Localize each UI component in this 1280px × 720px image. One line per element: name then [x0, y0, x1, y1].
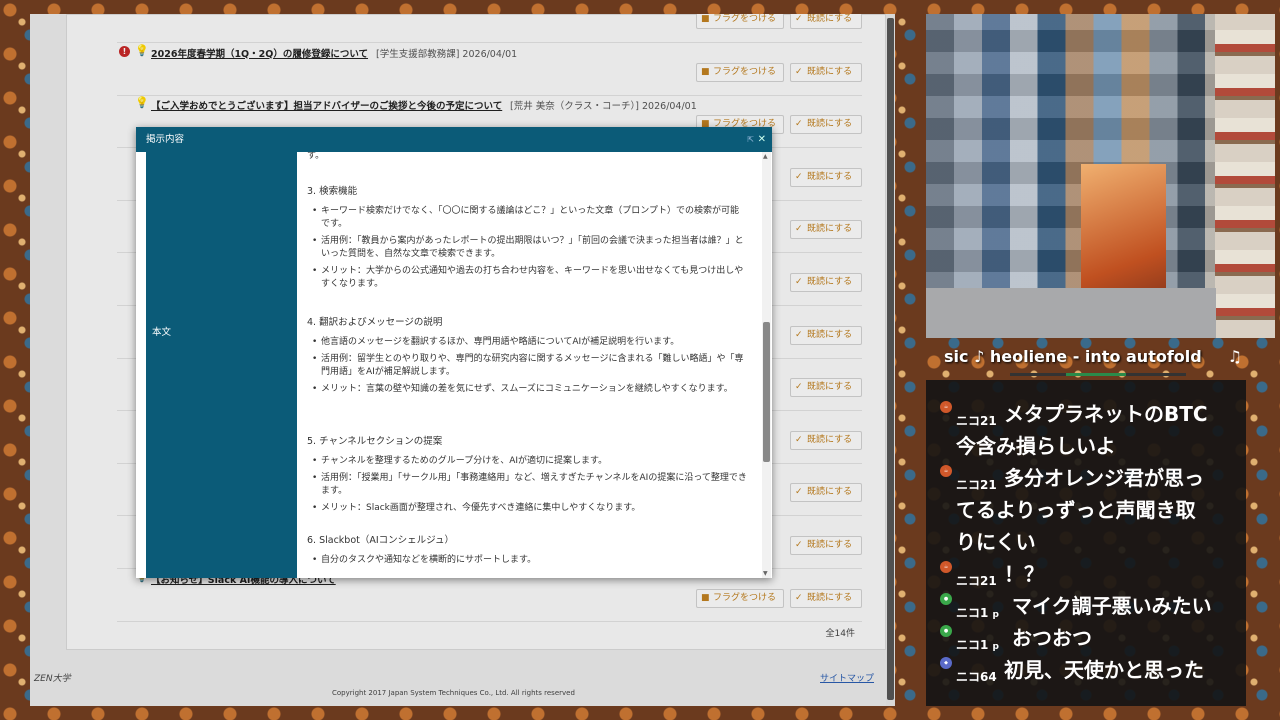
section-list-item: 他言語のメッセージを翻訳するほか、専門用語や略語についてAIが補足説明を行います… — [307, 336, 747, 349]
desk — [926, 288, 1216, 338]
section-list-item: キーワード検索だけでなく、「〇〇に関する議論はどこ？」といった文章（プロンプト）… — [307, 205, 747, 231]
user-badge-icon: ☕ — [940, 561, 952, 573]
modal-scrollbar[interactable]: ▲ ▼ — [762, 152, 771, 578]
section-heading: 5. チャンネルセクションの提案 — [307, 436, 443, 447]
now-playing-bar-fill — [1066, 373, 1126, 376]
feature-section: 3. 検索機能キーワード検索だけでなく、「〇〇に関する議論はどこ？」といった文章… — [307, 185, 747, 295]
chat-text: てるよりっずっと声聞き取 — [956, 498, 1196, 522]
close-icon[interactable]: ✕ — [758, 127, 766, 152]
chat-username-text: ニコ1 — [956, 606, 989, 620]
feature-section: 4. 翻訳およびメッセージの説明他言語のメッセージを翻訳するほか、専門用語や略語… — [307, 316, 747, 400]
section-list-item: 活用例：「教員から案内があったレポートの提出期限はいつ？」「前回の会議で決まった… — [307, 235, 747, 261]
section-list: チャンネルを整理するためのグループ分けを、AIが適切に提案します。活用例：「授業… — [307, 455, 747, 515]
music-note-icon: ♫ — [1227, 347, 1242, 366]
now-playing: sic ♪ heoliene - into autofold ♫ — [926, 345, 1246, 376]
notice-detail-modal: 掲示内容 ⇱ ✕ 本文 す。 3. 検索機能キーワード検索だけでなく、「〇〇に関… — [136, 127, 772, 578]
section-list-item: チャンネルを整理するためのグループ分けを、AIが適切に提案します。 — [307, 455, 747, 468]
chat-username: ニコ1 p — [956, 636, 999, 653]
chat-username: ニコ64 — [956, 668, 997, 685]
chat-username-text: ニコ21 — [956, 478, 997, 492]
body-fragment: す。 — [307, 152, 325, 161]
chat-username-text: ニコ1 — [956, 638, 989, 652]
user-badge-icon: ☕ — [940, 465, 952, 477]
modal-body-content: す。 3. 検索機能キーワード検索だけでなく、「〇〇に関する議論はどこ？」といっ… — [297, 152, 761, 578]
now-playing-bar — [1010, 373, 1186, 376]
user-badge-icon: ◆ — [940, 657, 952, 669]
chat-panel: ☕ ニコ21 メタプラネットのBTC 今含み損らしいよ ☕ ニコ21 多分オレンジ君が思… — [926, 380, 1246, 706]
chat-text: りにくい — [956, 530, 1036, 554]
resize-icon[interactable]: ⇱ — [747, 127, 754, 152]
chat-username-text: ニコ64 — [956, 670, 997, 684]
chat-username-suffix: p — [992, 642, 999, 652]
section-list: キーワード検索だけでなく、「〇〇に関する議論はどこ？」といった文章（プロンプト）… — [307, 205, 747, 291]
modal-title: 掲示内容 — [146, 134, 185, 145]
section-heading: 3. 検索機能 — [307, 186, 358, 197]
section-list-item: 活用例：「授業用」「サークル用」「事務連絡用」など、増えすぎたチャンネルをAIの… — [307, 472, 747, 498]
body-label-cell: 本文 — [146, 152, 297, 578]
chat-text: 多分オレンジ君が思っ — [1004, 466, 1204, 490]
body-label: 本文 — [152, 327, 172, 338]
section-list-item: 活用例：留学生とのやり取りや、専門的な研究内容に関するメッセージに含まれる「難し… — [307, 353, 747, 379]
chat-username: ニコ21 — [956, 412, 997, 429]
feature-section: 6. Slackbot（AIコンシェルジュ） 自分のタスクや通知などを横断的にサポ… — [307, 534, 747, 571]
chat-username: ニコ21 — [956, 572, 997, 589]
chat-username-text: ニコ21 — [956, 414, 997, 428]
section-list-item: 自分のタスクや通知などを横断的にサポートします。 — [307, 554, 747, 567]
chat-text: 今含み損らしいよ — [956, 434, 1116, 458]
chat-username: ニコ1 p — [956, 604, 999, 621]
section-heading: 6. Slackbot（AIコンシェルジュ） — [307, 535, 455, 546]
chat-username-suffix: p — [992, 610, 999, 620]
section-list-item: メリット：Slack画面が整理され、今優先すべき連絡に集中しやすくなります。 — [307, 502, 747, 515]
section-list-item: メリット：大学からの公式通知や過去の打ち合わせ内容を、キーワードを思い出せなくて… — [307, 265, 747, 291]
section-list-item: メリット：言葉の壁や知識の差を気にせず、スムーズにコミュニケーションを継続しやす… — [307, 383, 747, 396]
modal-header: 掲示内容 ⇱ ✕ — [136, 127, 772, 152]
user-badge-icon: ● — [940, 593, 952, 605]
section-list: 他言語のメッセージを翻訳するほか、専門用語や略語についてAIが補足説明を行います… — [307, 336, 747, 396]
chat-text: メタプラネットのBTC — [1004, 402, 1208, 426]
section-heading: 4. 翻訳およびメッセージの説明 — [307, 317, 443, 328]
chat-text: 初見、天使かと思った — [1004, 658, 1204, 682]
user-badge-icon: ● — [940, 625, 952, 637]
chat-text: おつおつ — [1012, 626, 1092, 650]
bookshelf — [1215, 14, 1275, 338]
chat-username-text: ニコ21 — [956, 574, 997, 588]
chat-username: ニコ21 — [956, 476, 997, 493]
section-list: 自分のタスクや通知などを横断的にサポートします。 — [307, 554, 747, 567]
feature-section: 5. チャンネルセクションの提案チャンネルを整理するためのグループ分けを、AIが… — [307, 435, 747, 519]
chat-text: ！？ — [1004, 562, 1044, 586]
modal-scrollbar-thumb[interactable] — [763, 322, 770, 462]
now-playing-text: sic ♪ heoliene - into autofold — [944, 347, 1202, 366]
scroll-up-icon[interactable]: ▲ — [763, 153, 768, 160]
scroll-down-icon[interactable]: ▼ — [763, 570, 768, 577]
chat-text: マイク調子悪いみたい — [1012, 594, 1212, 618]
webcam-view — [926, 14, 1275, 338]
user-badge-icon: ☕ — [940, 401, 952, 413]
